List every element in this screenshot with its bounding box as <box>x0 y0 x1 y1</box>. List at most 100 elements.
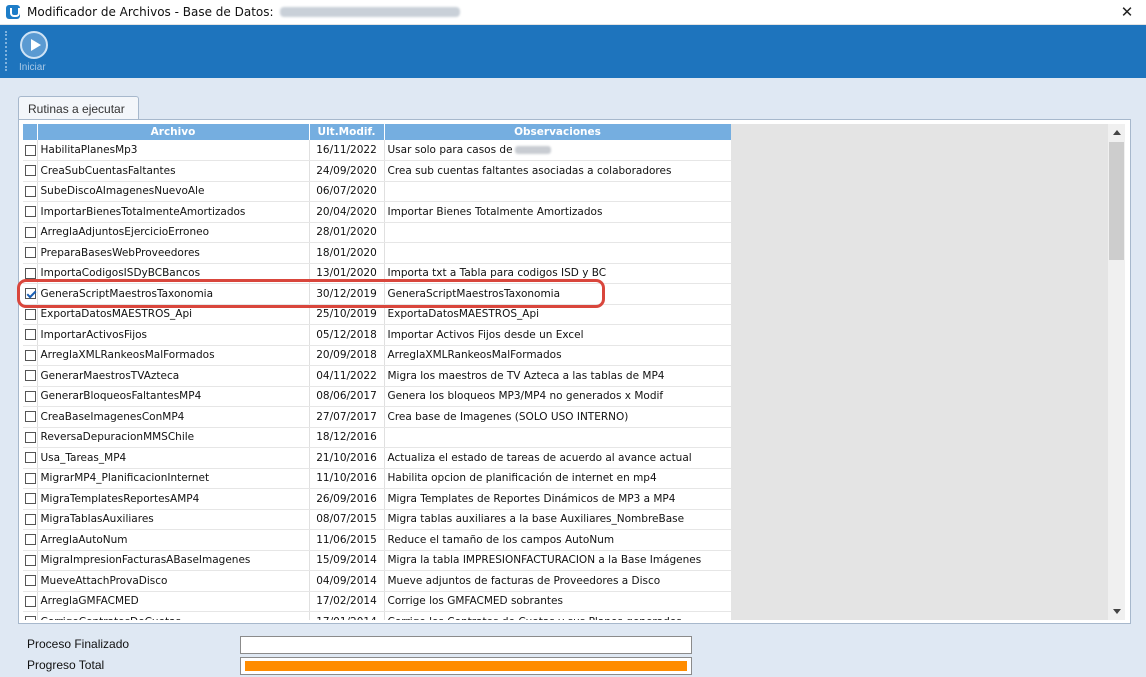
cell-archivo[interactable]: MigraTemplatesReportesAMP4 <box>37 488 310 510</box>
cell-observaciones[interactable]: Migra Templates de Reportes Dinámicos de… <box>384 488 731 510</box>
row-checkbox[interactable] <box>25 595 36 607</box>
table-row[interactable]: GenerarMaestrosTVAzteca 04/11/2022 Migra l… <box>23 365 731 387</box>
table-row[interactable]: MigraTablasAuxiliares 08/07/2015 Migra tab… <box>23 509 731 530</box>
row-checkbox[interactable] <box>25 431 36 443</box>
run-button[interactable]: Iniciar <box>12 29 56 73</box>
scroll-down-icon[interactable] <box>1108 603 1125 620</box>
cell-archivo[interactable]: ArreglaXMLRankeosMalFormados <box>37 345 310 366</box>
cell-archivo[interactable]: ArreglaGMFACMED <box>37 591 310 612</box>
table-row[interactable]: Usa_Tareas_MP4 21/10/2016 Actualiza el est… <box>23 447 731 469</box>
header-checkbox[interactable] <box>23 124 38 140</box>
cell-archivo[interactable]: MigraTablasAuxiliares <box>37 509 310 530</box>
table-row[interactable]: ArreglaAdjuntosEjercicioErroneo 28/01/202… <box>23 222 731 243</box>
cell-fecha[interactable]: 20/04/2020 <box>309 201 385 223</box>
cell-fecha[interactable]: 20/09/2018 <box>309 345 385 366</box>
row-checkbox[interactable] <box>25 206 36 218</box>
row-checkbox[interactable] <box>25 185 36 197</box>
cell-fecha[interactable]: 08/06/2017 <box>309 386 385 407</box>
cell-observaciones[interactable]: Crea base de Imagenes (SOLO USO INTERNO) <box>384 406 731 428</box>
cell-observaciones[interactable]: Mueve adjuntos de facturas de Proveedore… <box>384 570 731 592</box>
row-checkbox[interactable] <box>25 390 36 402</box>
cell-observaciones[interactable]: Corrige los GMFACMED sobrantes <box>384 591 731 612</box>
cell-observaciones[interactable]: Migra los maestros de TV Azteca a las ta… <box>384 365 731 387</box>
table-row[interactable]: MigraTemplatesReportesAMP4 26/09/2016 Migr… <box>23 488 731 510</box>
table-row[interactable]: MigrarMP4_PlanificacionInternet 11/10/201… <box>23 468 731 489</box>
cell-observaciones[interactable]: Importar Activos Fijos desde un Excel <box>384 324 731 346</box>
cell-archivo[interactable]: GeneraScriptMaestrosTaxonomia <box>37 283 310 305</box>
cell-observaciones[interactable]: Crea sub cuentas faltantes asociadas a c… <box>384 160 731 182</box>
cell-observaciones[interactable]: ExportaDatosMAESTROS_Api <box>384 304 731 325</box>
row-checkbox[interactable] <box>25 575 36 587</box>
cell-archivo[interactable]: ExportaDatosMAESTROS_Api <box>37 304 310 325</box>
cell-archivo[interactable]: ImportarBienesTotalmenteAmortizados <box>37 201 310 223</box>
table-row[interactable]: ImportaCodigosISDyBCBancos 13/01/2020 Impo… <box>23 263 731 284</box>
table-row[interactable]: ArreglaXMLRankeosMalFormados 20/09/2018 Ar… <box>23 345 731 366</box>
cell-archivo[interactable]: ArreglaAutoNum <box>37 529 310 551</box>
row-checkbox[interactable] <box>25 349 36 361</box>
row-checkbox[interactable] <box>25 247 36 259</box>
table-row[interactable]: ExportaDatosMAESTROS_Api 25/10/2019 Export… <box>23 304 731 325</box>
cell-observaciones[interactable]: Usar solo para casos de <box>384 140 731 161</box>
cell-archivo[interactable]: ImportarActivosFijos <box>37 324 310 346</box>
row-checkbox[interactable] <box>25 534 36 546</box>
table-row[interactable]: ArreglaGMFACMED 17/02/2014 Corrige los GMF… <box>23 591 731 612</box>
row-checkbox[interactable] <box>25 472 36 484</box>
cell-fecha[interactable]: 17/01/2014 <box>309 611 385 620</box>
cell-observaciones[interactable]: Importa txt a Tabla para codigos ISD y B… <box>384 263 731 284</box>
row-checkbox[interactable] <box>25 288 36 300</box>
cell-fecha[interactable]: 11/06/2015 <box>309 529 385 551</box>
table-row[interactable]: HabilitaPlanesMp3 16/11/2022 Usar solo par… <box>23 140 731 161</box>
column-header-observaciones[interactable]: Observaciones <box>384 124 731 140</box>
cell-fecha[interactable]: 27/07/2017 <box>309 406 385 428</box>
cell-observaciones[interactable] <box>384 427 731 448</box>
cell-archivo[interactable]: GenerarMaestrosTVAzteca <box>37 365 310 387</box>
table-row[interactable]: ReversaDepuracionMMSChile 18/12/2016 <box>23 427 731 448</box>
cell-fecha[interactable]: 17/02/2014 <box>309 591 385 612</box>
cell-archivo[interactable]: MigrarMP4_PlanificacionInternet <box>37 468 310 489</box>
row-checkbox[interactable] <box>25 452 36 464</box>
table-row[interactable]: ArreglaAutoNum 11/06/2015 Reduce el tamaño… <box>23 529 731 551</box>
vertical-scrollbar[interactable] <box>1108 124 1125 620</box>
cell-observaciones[interactable]: Habilita opcion de planificación de inte… <box>384 468 731 489</box>
row-checkbox[interactable] <box>25 616 36 620</box>
cell-fecha[interactable]: 04/11/2022 <box>309 365 385 387</box>
cell-fecha[interactable]: 13/01/2020 <box>309 263 385 284</box>
cell-observaciones[interactable] <box>384 222 731 243</box>
cell-observaciones[interactable]: Migra la tabla IMPRESIONFACTURACION a la… <box>384 550 731 571</box>
cell-fecha[interactable]: 16/11/2022 <box>309 140 385 161</box>
table-row[interactable]: ImportarActivosFijos 05/12/2018 Importar A… <box>23 324 731 346</box>
scroll-up-icon[interactable] <box>1108 124 1125 141</box>
row-checkbox[interactable] <box>25 554 36 566</box>
cell-archivo[interactable]: GenerarBloqueosFaltantesMP4 <box>37 386 310 407</box>
cell-fecha[interactable]: 11/10/2016 <box>309 468 385 489</box>
cell-fecha[interactable]: 25/10/2019 <box>309 304 385 325</box>
cell-archivo[interactable]: CorrigeContratosDeCuotas <box>37 611 310 620</box>
table-row[interactable]: PreparaBasesWebProveedores 18/01/2020 <box>23 242 731 264</box>
cell-archivo[interactable]: SubeDiscoAImagenesNuevoAle <box>37 181 310 202</box>
cell-archivo[interactable]: HabilitaPlanesMp3 <box>37 140 310 161</box>
table-row[interactable]: MueveAttachProvaDisco 04/09/2014 Mueve adj… <box>23 570 731 592</box>
cell-archivo[interactable]: Usa_Tareas_MP4 <box>37 447 310 469</box>
cell-archivo[interactable]: MueveAttachProvaDisco <box>37 570 310 592</box>
cell-observaciones[interactable] <box>384 181 731 202</box>
cell-archivo[interactable]: ReversaDepuracionMMSChile <box>37 427 310 448</box>
cell-fecha[interactable]: 04/09/2014 <box>309 570 385 592</box>
cell-archivo[interactable]: MigraImpresionFacturasABaseImagenes <box>37 550 310 571</box>
row-checkbox[interactable] <box>25 370 36 382</box>
table-row[interactable]: CorrigeContratosDeCuotas17/01/2014Corrig… <box>23 611 731 620</box>
table-row[interactable]: GeneraScriptMaestrosTaxonomia 30/12/2019 G… <box>23 283 731 305</box>
cell-archivo[interactable]: ArreglaAdjuntosEjercicioErroneo <box>37 222 310 243</box>
cell-observaciones[interactable]: Reduce el tamaño de los campos AutoNum <box>384 529 731 551</box>
row-checkbox[interactable] <box>25 493 36 505</box>
table-row[interactable]: CreaSubCuentasFaltantes 24/09/2020 Crea su… <box>23 160 731 182</box>
row-checkbox[interactable] <box>25 513 36 525</box>
cell-fecha[interactable]: 18/01/2020 <box>309 242 385 264</box>
cell-observaciones[interactable]: Migra tablas auxiliares a la base Auxili… <box>384 509 731 530</box>
cell-observaciones[interactable]: GeneraScriptMaestrosTaxonomia <box>384 283 731 305</box>
tab-rutinas[interactable]: Rutinas a ejecutar <box>18 96 139 120</box>
cell-fecha[interactable]: 05/12/2018 <box>309 324 385 346</box>
cell-archivo[interactable]: CreaBaseImagenesConMP4 <box>37 406 310 428</box>
table-row[interactable]: ImportarBienesTotalmenteAmortizados 20/04… <box>23 201 731 223</box>
cell-fecha[interactable]: 28/01/2020 <box>309 222 385 243</box>
cell-archivo[interactable]: ImportaCodigosISDyBCBancos <box>37 263 310 284</box>
